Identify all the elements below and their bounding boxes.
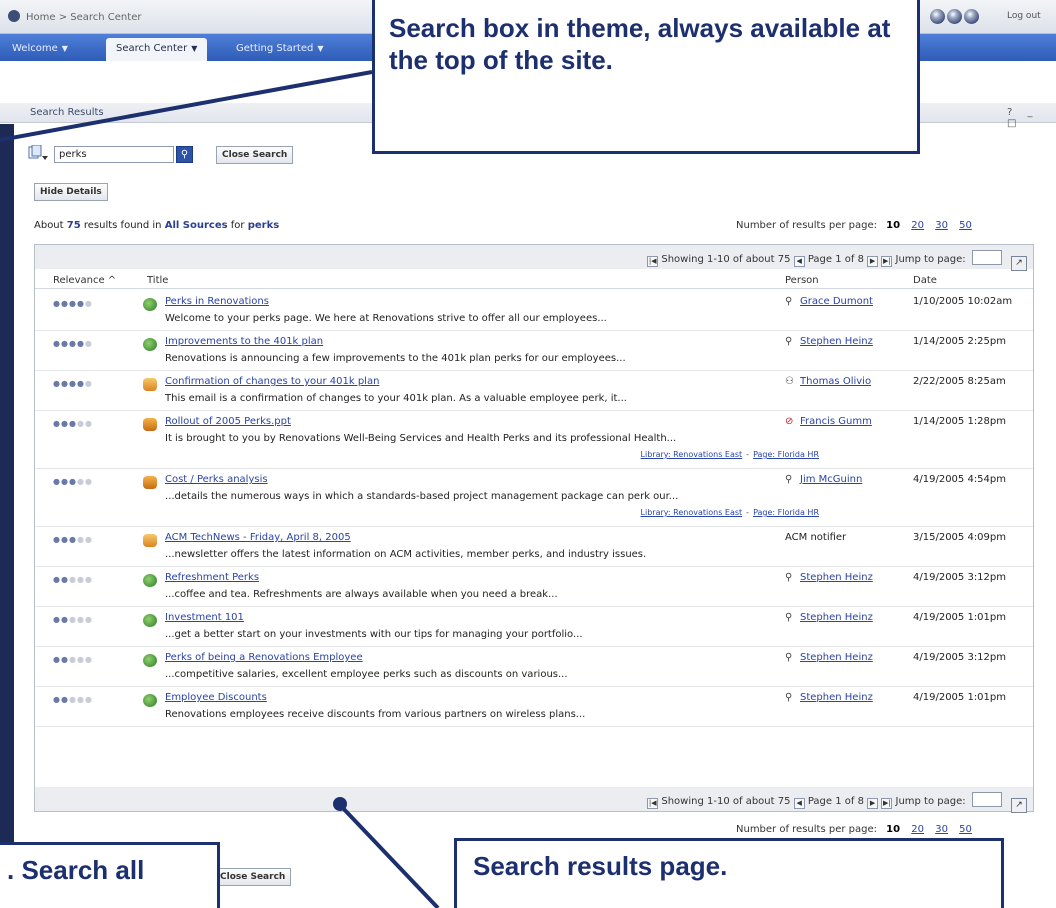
connector-line-top — [0, 70, 373, 142]
callout-search-box: Search box in theme, always available at… — [372, 0, 920, 154]
callout-text: Search box in theme, always available at… — [389, 13, 891, 75]
callout-results-page: Search results page. — [454, 838, 1004, 908]
callout-text: . Search all — [7, 855, 145, 885]
connector-dot — [333, 797, 347, 811]
connector-line-bottom — [338, 803, 440, 908]
callout-text: Search results page. — [473, 851, 728, 881]
callout-search-all: . Search all — [0, 842, 220, 908]
